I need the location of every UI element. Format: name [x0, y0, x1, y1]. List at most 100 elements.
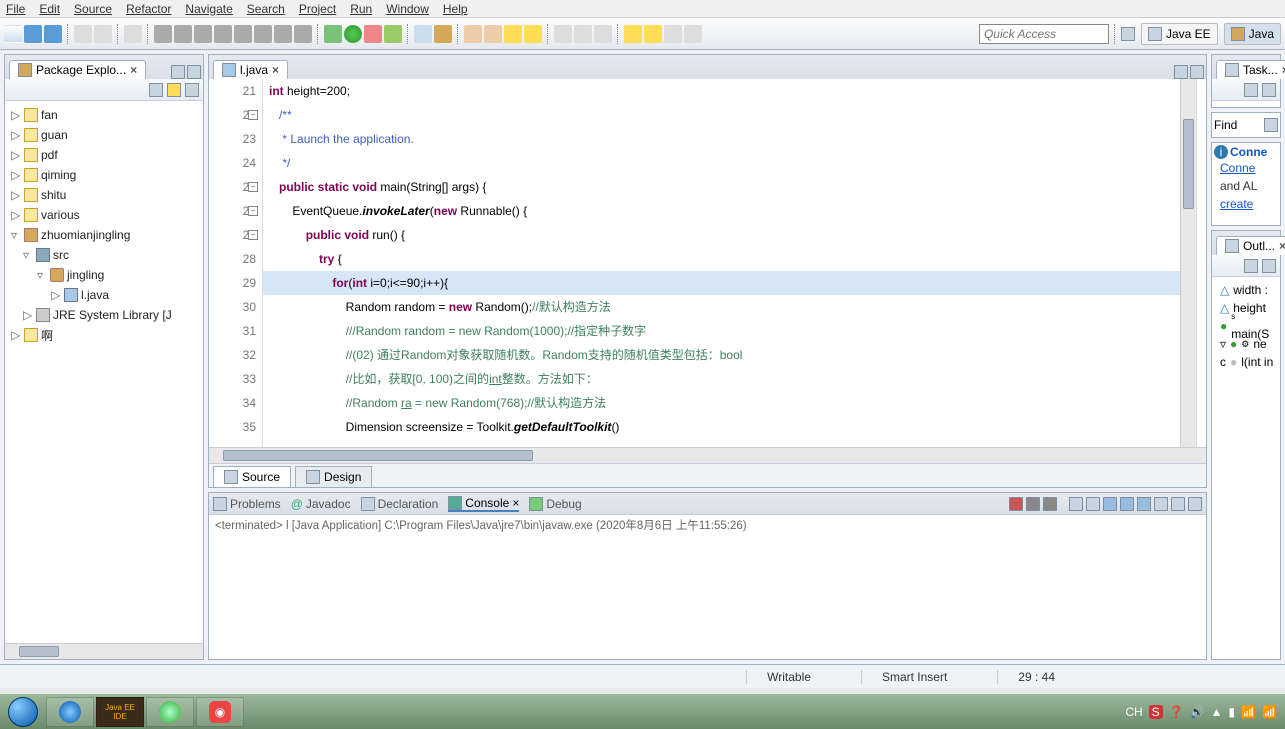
tree-item[interactable]: ▷fan: [9, 105, 199, 125]
close-icon[interactable]: ×: [272, 63, 279, 77]
tree-item[interactable]: ▷various: [9, 205, 199, 225]
tray-up-icon[interactable]: ▲: [1211, 705, 1223, 719]
tree-item[interactable]: ▷l.java: [9, 285, 199, 305]
javadoc-tab[interactable]: @Javadoc: [291, 497, 351, 511]
outline-item[interactable]: △width :: [1216, 281, 1276, 299]
pin-console-icon[interactable]: [1103, 497, 1117, 511]
menu-refactor[interactable]: Refactor: [126, 2, 171, 16]
tree-item[interactable]: ▷shitu: [9, 185, 199, 205]
taskbar-app-1[interactable]: [46, 697, 94, 727]
code-editor[interactable]: 2122−232425−26−27−2829303132333435 int h…: [209, 79, 1206, 447]
perspective-javaee[interactable]: Java EE: [1141, 23, 1218, 45]
link-editor-icon[interactable]: [167, 83, 181, 97]
menu-file[interactable]: File: [6, 2, 25, 16]
toggle-ws-icon[interactable]: [594, 25, 612, 43]
tree-item[interactable]: ▷qiming: [9, 165, 199, 185]
system-tray[interactable]: CH S ❓ 🔊 ▲ ▮ 📶 📶: [1125, 705, 1285, 719]
console-output[interactable]: <terminated> l [Java Application] C:\Pro…: [209, 515, 1206, 659]
new-package-icon[interactable]: [434, 25, 452, 43]
remove-all-icon[interactable]: [1043, 497, 1057, 511]
problems-tab[interactable]: Problems: [213, 497, 281, 511]
open-console-icon[interactable]: [1137, 497, 1151, 511]
search-icon[interactable]: [504, 25, 522, 43]
new-class-icon[interactable]: [414, 25, 432, 43]
tray-volume-icon[interactable]: 🔊: [1190, 705, 1205, 719]
minimize-icon[interactable]: [1171, 497, 1185, 511]
tray-help-icon[interactable]: ❓: [1169, 705, 1184, 719]
scrollbar-vertical[interactable]: [1180, 79, 1196, 447]
menu-navigate[interactable]: Navigate: [185, 2, 232, 16]
save-icon[interactable]: [24, 25, 42, 43]
tray-battery-icon[interactable]: ▮: [1228, 705, 1235, 719]
start-button[interactable]: [0, 694, 45, 729]
terminate-icon[interactable]: [1009, 497, 1023, 511]
menu-window[interactable]: Window: [386, 2, 429, 16]
outline-tab[interactable]: Outl...×: [1216, 236, 1285, 255]
open-perspective-icon[interactable]: [1121, 27, 1135, 41]
design-tab[interactable]: Design: [295, 466, 372, 487]
nav-back-icon[interactable]: [624, 25, 642, 43]
package-explorer-tree[interactable]: ▷fan▷guan▷pdf▷qiming▷shitu▷various▿zhuom…: [5, 101, 203, 349]
source-tab[interactable]: Source: [213, 466, 291, 487]
build-icon[interactable]: [74, 25, 92, 43]
tree-item[interactable]: ▷guan: [9, 125, 199, 145]
minimize-icon[interactable]: [1174, 65, 1188, 79]
run-last-icon[interactable]: [384, 25, 402, 43]
new-console-icon[interactable]: [1154, 497, 1168, 511]
console-tab[interactable]: Console ×: [448, 496, 519, 512]
tray-network-icon[interactable]: 📶: [1241, 705, 1256, 719]
print-icon[interactable]: [94, 25, 112, 43]
task-new-icon[interactable]: [1244, 83, 1258, 97]
save-all-icon[interactable]: [44, 25, 62, 43]
new-icon[interactable]: [4, 25, 22, 43]
open-task-icon[interactable]: [484, 25, 502, 43]
nav-last-icon[interactable]: [664, 25, 682, 43]
menu-edit[interactable]: Edit: [39, 2, 60, 16]
step-return-icon[interactable]: [294, 25, 312, 43]
quick-access-input[interactable]: [979, 24, 1109, 44]
connect-link[interactable]: Conne: [1220, 161, 1255, 175]
annotate-icon[interactable]: [524, 25, 542, 43]
menu-run[interactable]: Run: [350, 2, 372, 16]
nav-fwd-icon[interactable]: [644, 25, 662, 43]
maximize-icon[interactable]: [187, 65, 201, 79]
scrollbar-horizontal[interactable]: [5, 643, 203, 659]
tree-item[interactable]: ▷pdf: [9, 145, 199, 165]
menu-source[interactable]: Source: [74, 2, 112, 16]
step-over-icon[interactable]: [274, 25, 292, 43]
tray-sogou-icon[interactable]: S: [1149, 705, 1163, 719]
menu-project[interactable]: Project: [299, 2, 336, 16]
step-into-icon[interactable]: [254, 25, 272, 43]
outline-item[interactable]: c●l(int in: [1216, 353, 1276, 371]
editor-tab[interactable]: l.java ×: [213, 60, 288, 79]
debug-tab[interactable]: Debug: [529, 497, 581, 511]
close-icon[interactable]: ×: [130, 63, 137, 77]
tree-item[interactable]: ▿jingling: [9, 265, 199, 285]
remove-launch-icon[interactable]: [1026, 497, 1040, 511]
scroll-lock-icon[interactable]: [1086, 497, 1100, 511]
debug-pause-icon[interactable]: [194, 25, 212, 43]
debug-disconnect-icon[interactable]: [234, 25, 252, 43]
menu-help[interactable]: Help: [443, 2, 468, 16]
toggle-mark-icon[interactable]: [554, 25, 572, 43]
run-ext-icon[interactable]: [364, 25, 382, 43]
debug-icon[interactable]: [324, 25, 342, 43]
open-type-icon[interactable]: [464, 25, 482, 43]
taskbar-app-eclipse[interactable]: Java EEIDE: [96, 697, 144, 727]
tray-lang[interactable]: CH: [1125, 705, 1142, 719]
collapse-all-icon[interactable]: [149, 83, 163, 97]
tree-item[interactable]: ▷JRE System Library [J: [9, 305, 199, 325]
outline-menu-icon[interactable]: [1262, 259, 1276, 273]
tray-wifi-icon[interactable]: 📶: [1262, 705, 1277, 719]
tree-item[interactable]: ▿zhuomianjingling: [9, 225, 199, 245]
search-icon[interactable]: [1264, 118, 1278, 132]
package-explorer-tab[interactable]: Package Explo... ×: [9, 60, 146, 79]
run-icon[interactable]: [344, 25, 362, 43]
menu-search[interactable]: Search: [247, 2, 285, 16]
tree-item[interactable]: ▷啊: [9, 325, 199, 345]
taskbar-app-browser[interactable]: [146, 697, 194, 727]
create-link[interactable]: create: [1220, 197, 1253, 211]
tree-item[interactable]: ▿src: [9, 245, 199, 265]
minimize-icon[interactable]: [171, 65, 185, 79]
debug-stop-icon[interactable]: [214, 25, 232, 43]
